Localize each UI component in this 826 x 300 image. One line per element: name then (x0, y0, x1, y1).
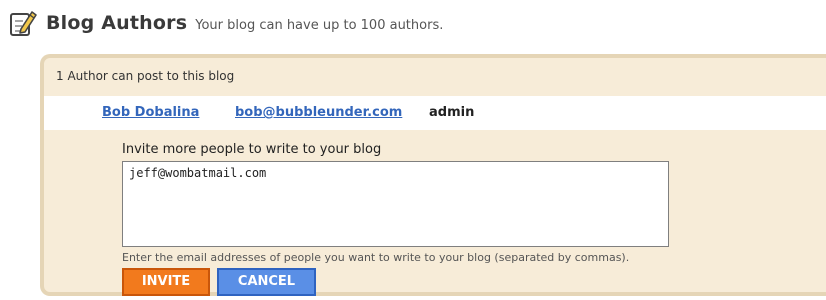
invite-button[interactable]: INVITE (122, 268, 210, 296)
page-subtitle: Your blog can have up to 100 authors. (195, 17, 444, 33)
page-header: Blog Authors Your blog can have up to 10… (8, 8, 443, 38)
cancel-button[interactable]: CANCEL (217, 268, 316, 296)
invite-label: Invite more people to write to your blog (122, 142, 382, 157)
invite-hint: Enter the email addresses of people you … (122, 251, 630, 264)
page-title: Blog Authors (46, 12, 188, 34)
invite-email-textarea[interactable]: jeff@wombatmail.com (122, 161, 669, 247)
author-count-text: 1 Author can post to this blog (56, 69, 235, 83)
author-row: Bob Dobalina bob@bubbleunder.com admin (44, 96, 826, 130)
author-role: admin (429, 105, 475, 120)
author-name-link[interactable]: Bob Dobalina (102, 105, 199, 120)
authors-panel: 1 Author can post to this blog Bob Dobal… (40, 54, 826, 296)
author-email-link[interactable]: bob@bubbleunder.com (235, 105, 402, 120)
edit-pencil-icon (10, 11, 37, 36)
